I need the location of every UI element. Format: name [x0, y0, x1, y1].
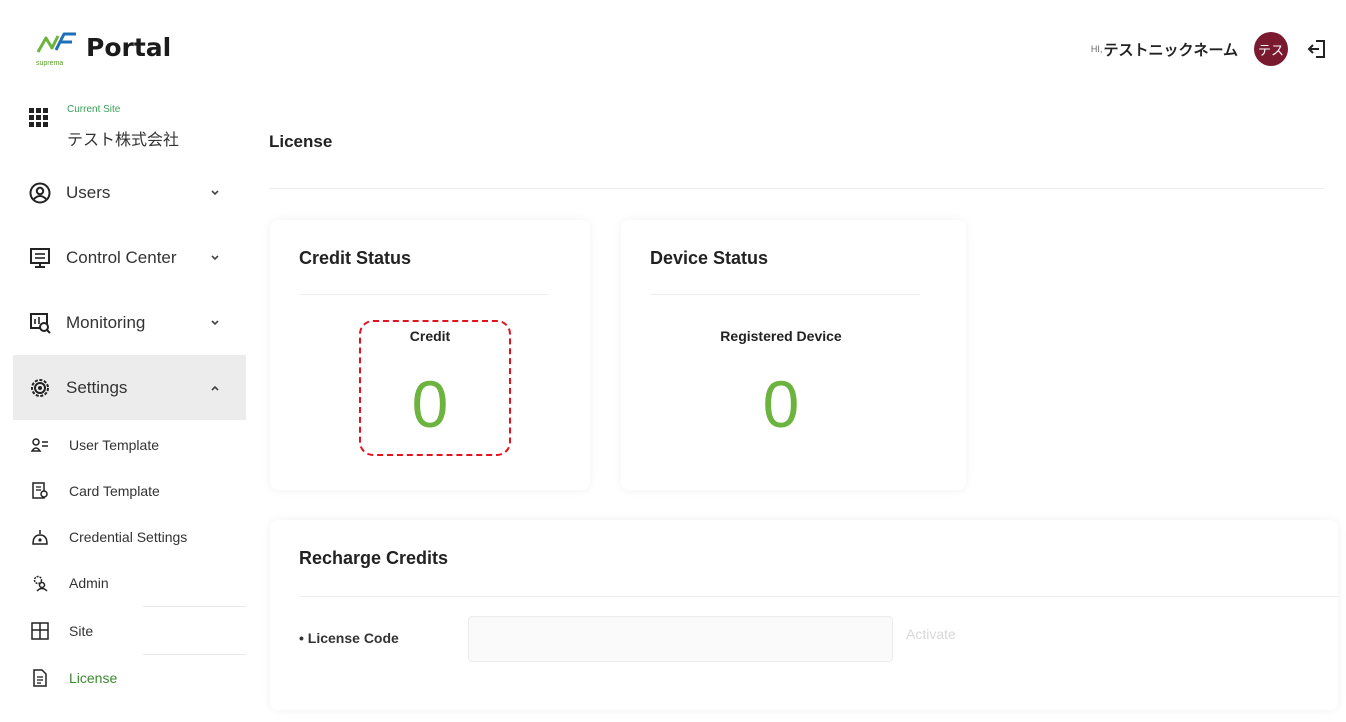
sidebar-item-label: Users: [66, 182, 111, 202]
chevron-down-icon: [211, 189, 219, 195]
user-template-icon: [31, 438, 48, 452]
top-header: suprema Portal HI, テストニックネーム テス: [0, 0, 1346, 88]
sidebar-subitem-card-template[interactable]: Card Template: [13, 468, 246, 514]
activate-button[interactable]: Activate: [906, 626, 956, 642]
user-nickname[interactable]: テストニックネーム: [1103, 39, 1238, 60]
grid-icon: [29, 108, 48, 127]
user-circle-icon: [29, 182, 51, 203]
sidebar-item-label: Control Center: [66, 247, 177, 267]
user-area: HI, テストニックネーム テス: [1091, 32, 1328, 66]
portal-logo[interactable]: suprema Portal: [36, 28, 172, 67]
greeting: HI,: [1090, 44, 1103, 54]
chevron-down-icon: [211, 254, 219, 260]
card-template-icon: [32, 482, 48, 499]
card-title: Recharge Credits: [299, 548, 449, 568]
card-title: Credit Status: [299, 248, 412, 268]
sidebar-subitem-user-template[interactable]: User Template: [13, 422, 246, 468]
sidebar-subitem-label: Credential Settings: [69, 529, 188, 545]
monitoring-icon: [30, 312, 51, 334]
sidebar-subitem-label: Site: [69, 623, 94, 639]
license-icon: [33, 669, 47, 687]
sidebar: Current Site テスト株式会社 Users Control Cente…: [13, 88, 246, 722]
page-title: License: [269, 132, 333, 151]
logo-text: Portal: [86, 33, 172, 62]
sidebar-subitem-label: License: [69, 670, 118, 686]
sidebar-subitem-credential-settings[interactable]: Credential Settings: [13, 514, 246, 560]
sidebar-item-settings[interactable]: Settings: [13, 355, 246, 420]
sidebar-item-control-center[interactable]: Control Center: [13, 225, 246, 290]
sidebar-item-monitoring[interactable]: Monitoring: [13, 290, 246, 355]
sidebar-subitem-label: Card Template: [69, 483, 160, 499]
logo-mark-icon: suprema: [36, 28, 80, 67]
card-divider: [299, 596, 1338, 597]
card-divider: [650, 294, 920, 295]
sidebar-item-users[interactable]: Users: [13, 160, 246, 225]
registered-device-value: 0: [762, 367, 800, 441]
card-title: Device Status: [650, 248, 769, 268]
license-code-label: • License Code: [299, 630, 399, 646]
sidebar-subitem-label: Admin: [69, 575, 109, 591]
license-code-input[interactable]: [468, 616, 893, 662]
logo-subtext: suprema: [36, 60, 64, 67]
credential-icon: [32, 530, 48, 545]
site-label: Current Site: [67, 104, 121, 115]
device-status-card: Device Status Registered Device 0: [621, 220, 966, 490]
credit-status-card: Credit Status Credit 0: [270, 220, 590, 490]
card-divider: [299, 294, 549, 295]
admin-icon: [33, 575, 48, 592]
sidebar-subitem-admin[interactable]: Admin: [13, 560, 246, 606]
current-site[interactable]: Current Site テスト株式会社: [13, 88, 246, 160]
chevron-up-icon: [211, 385, 219, 391]
avatar[interactable]: テス: [1254, 32, 1288, 66]
site-name: テスト株式会社: [67, 132, 180, 149]
sidebar-subitem-license[interactable]: License: [13, 655, 246, 701]
sidebar-item-label: Settings: [66, 377, 128, 397]
title-divider: [269, 188, 1324, 189]
chevron-down-icon: [211, 319, 219, 325]
sidebar-divider: [143, 606, 246, 607]
main-content: License Credit Status Credit 0 Device St…: [246, 88, 1346, 722]
sidebar-subitem-site[interactable]: Site: [13, 608, 246, 654]
registered-device-label: Registered Device: [720, 328, 842, 344]
recharge-credits-card: Recharge Credits • License Code Activate: [270, 520, 1338, 710]
highlight-frame: [359, 320, 511, 456]
monitor-icon: [30, 247, 50, 268]
sidebar-item-label: Monitoring: [66, 312, 146, 332]
gear-icon: [31, 378, 49, 397]
site-icon: [31, 622, 49, 640]
logout-icon[interactable]: [1306, 38, 1328, 60]
sidebar-subitem-label: User Template: [69, 437, 160, 453]
